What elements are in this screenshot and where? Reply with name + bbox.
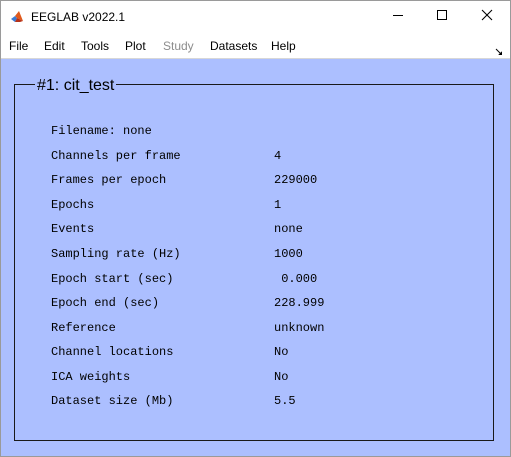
info-label: Channel locations (51, 345, 174, 359)
info-row-epochs: Epochs 1 (51, 197, 281, 213)
minimize-button[interactable] (375, 1, 421, 33)
info-value: none (274, 222, 303, 236)
info-row-reference: Reference unknown (51, 320, 324, 336)
info-label: Sampling rate (Hz) (51, 247, 181, 261)
info-value: 4 (274, 149, 282, 163)
minimize-icon (392, 8, 404, 26)
info-value: 5.5 (274, 394, 296, 408)
info-label: Reference (51, 321, 116, 335)
menu-file[interactable]: File (9, 39, 28, 53)
close-button[interactable] (464, 1, 510, 33)
dock-arrow-icon[interactable] (495, 43, 503, 55)
info-label: Epoch end (sec) (51, 296, 160, 310)
filename-text: Filename: none (51, 124, 152, 138)
info-row-dataset-size: Dataset size (Mb) 5.5 (51, 393, 296, 409)
menu-study: Study (163, 39, 194, 53)
info-label: Epochs (51, 198, 95, 212)
filename-line: Filename: none (51, 123, 152, 139)
info-value: 1000 (274, 247, 303, 261)
menu-bar: File Edit Tools Plot Study Datasets Help (1, 33, 510, 59)
info-row-frames: Frames per epoch 229000 (51, 172, 317, 188)
info-label: Frames per epoch (51, 173, 167, 187)
dataset-title: #1: cit_test (35, 76, 117, 96)
info-value: 1 (274, 198, 282, 212)
info-row-channel-locations: Channel locations No (51, 344, 288, 360)
info-value: No (274, 370, 289, 384)
info-value: 228.999 (274, 296, 325, 310)
window-title: EEGLAB v2022.1 (31, 10, 126, 24)
menu-edit[interactable]: Edit (44, 39, 65, 53)
title-bar[interactable]: EEGLAB v2022.1 (1, 1, 510, 33)
main-panel-background: #1: cit_test Filename: none Channels per… (1, 59, 510, 456)
close-icon (481, 8, 493, 26)
info-row-epoch-end: Epoch end (sec) 228.999 (51, 295, 324, 311)
info-row-events: Events none (51, 221, 303, 237)
info-label: Events (51, 222, 95, 236)
info-label: Channels per frame (51, 149, 181, 163)
info-row-channels: Channels per frame 4 (51, 148, 281, 164)
info-label: Dataset size (Mb) (51, 394, 174, 408)
maximize-button[interactable] (419, 1, 465, 33)
menu-tools[interactable]: Tools (81, 39, 109, 53)
info-value: 0.000 (274, 272, 318, 286)
info-label: ICA weights (51, 370, 131, 384)
eeglab-window: EEGLAB v2022.1 File Edit Tools Plot Stud… (0, 0, 511, 457)
menu-help[interactable]: Help (271, 39, 296, 53)
info-value: 229000 (274, 173, 318, 187)
matlab-icon (10, 10, 24, 24)
menu-datasets[interactable]: Datasets (210, 39, 257, 53)
info-label: Epoch start (sec) (51, 272, 174, 286)
info-row-epoch-start: Epoch start (sec) 0.000 (51, 271, 317, 287)
info-value: unknown (274, 321, 325, 335)
maximize-icon (436, 8, 448, 26)
info-row-sampling-rate: Sampling rate (Hz) 1000 (51, 246, 303, 262)
info-value: No (274, 345, 289, 359)
menu-plot[interactable]: Plot (125, 39, 146, 53)
info-row-ica-weights: ICA weights No (51, 369, 288, 385)
